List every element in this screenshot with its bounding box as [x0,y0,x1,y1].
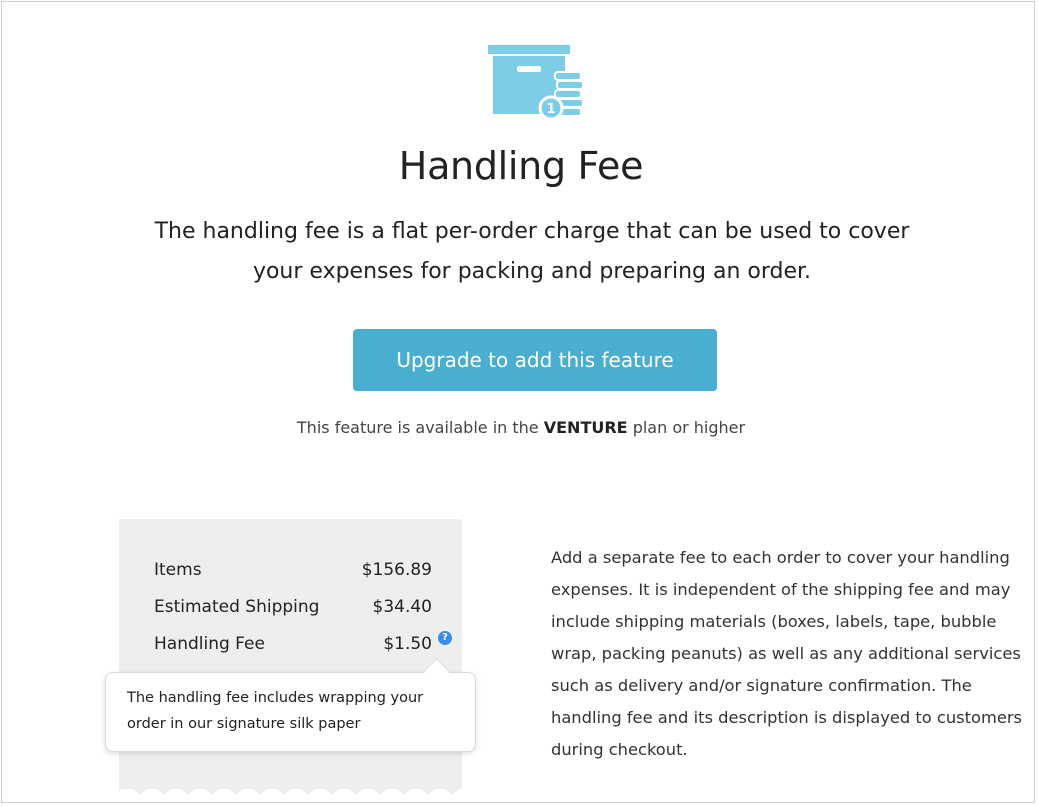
tooltip-text: The handling fee includes wrapping your … [127,690,424,732]
feature-description: Add a separate fee to each order to cove… [551,548,1023,759]
plan-note-prefix: This feature is available in the [296,418,539,437]
receipt-row-label: Estimated Shipping [154,597,320,617]
badge-number: 1 [546,102,555,117]
receipt-row-value: $156.89 [361,560,432,580]
receipt-row-value: $34.40 [372,597,432,617]
receipt-row-shipping: Estimated Shipping $34.40 [154,597,432,621]
plan-note-suffix: plan or higher [632,418,746,437]
question-circle-icon[interactable]: ? [438,631,452,645]
receipt-torn-edge [119,777,462,795]
page-frame: 1 Handling Fee The handling fee is a fla… [1,1,1035,803]
upgrade-button[interactable]: Upgrade to add this feature [353,329,717,391]
plan-name: VENTURE [543,418,628,437]
receipt-row-label: Items [154,560,202,580]
receipt-row-value: $1.50 [383,634,432,654]
plan-availability-note: This feature is available in the VENTURE… [2,418,1038,437]
receipt-row-items: Items $156.89 [154,560,432,584]
page-subtitle: The handling fee is a flat per-order cha… [154,219,910,284]
archive-box-coins-icon: 1 [483,42,589,122]
receipt-row-label: Handling Fee [154,634,265,654]
handling-fee-tooltip: The handling fee includes wrapping your … [105,672,476,752]
receipt-row-handling-fee: Handling Fee $1.50 [154,634,432,658]
page-title: Handling Fee [398,144,644,188]
